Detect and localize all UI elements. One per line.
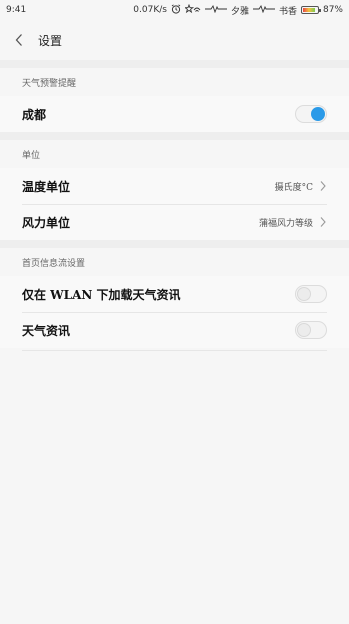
section-title-feed: 首页信息流设置 (22, 258, 86, 269)
setting-row-wlan-only[interactable]: 仅在 WLAN 下加载天气资讯 (0, 276, 349, 312)
battery-percent: 87% (322, 5, 343, 15)
setting-row-temperature-unit[interactable]: 温度单位 摄氏度°C (0, 168, 349, 204)
section-title-units: 单位 (22, 150, 41, 161)
chengdu-alert-toggle[interactable] (295, 105, 327, 123)
app-header: 设置 (0, 20, 349, 60)
section-gap (0, 240, 349, 248)
wlan-only-toggle[interactable] (295, 285, 327, 303)
divider (22, 350, 327, 351)
units-panel: 温度单位 摄氏度°C 风力单位 蒲福风力等级 (0, 168, 349, 240)
section-gap (0, 132, 349, 140)
setting-value: 蒲福风力等级 (259, 216, 327, 229)
signal-wave-icon (204, 4, 227, 16)
alarm-icon (171, 3, 181, 17)
status-icons: 0.07K/s 夕雅 书香 87% (133, 3, 343, 17)
status-time: 9:41 (6, 5, 27, 15)
star-wifi-icon (183, 3, 201, 17)
setting-row-wind-unit[interactable]: 风力单位 蒲福风力等级 (0, 204, 349, 240)
temperature-unit-value: 摄氏度°C (274, 182, 313, 193)
feed-panel: 仅在 WLAN 下加载天气资讯 天气资讯 (0, 276, 349, 348)
setting-row-chengdu[interactable]: 成都 (0, 96, 349, 132)
carrier-label-2: 书香 (278, 6, 297, 17)
battery-icon (300, 6, 321, 14)
chevron-right-icon (320, 181, 326, 191)
setting-label: 仅在 WLAN 下加载天气资讯 (22, 287, 181, 302)
weather-alert-panel: 成都 (0, 96, 349, 132)
wind-unit-value: 蒲福风力等级 (258, 218, 313, 229)
setting-value: 摄氏度°C (275, 180, 327, 193)
setting-label: 风力单位 (22, 215, 71, 230)
chevron-right-icon (320, 217, 326, 227)
status-bar: 9:41 0.07K/s 夕雅 书香 87% (0, 0, 349, 20)
setting-row-weather-news[interactable]: 天气资讯 (0, 312, 349, 348)
back-button[interactable] (4, 20, 34, 60)
network-speed: 0.07K/s (133, 5, 167, 15)
setting-label: 温度单位 (22, 179, 71, 194)
setting-label: 成都 (22, 107, 47, 122)
chevron-left-icon (15, 34, 22, 46)
section-title-weather-alert: 天气预警提醒 (22, 78, 77, 89)
weather-news-toggle[interactable] (295, 321, 327, 339)
signal-wave-icon (252, 4, 275, 16)
section-gap (0, 60, 349, 68)
page-title: 设置 (38, 33, 63, 48)
carrier-label-1: 夕雅 (230, 6, 249, 17)
setting-label: 天气资讯 (22, 323, 71, 338)
